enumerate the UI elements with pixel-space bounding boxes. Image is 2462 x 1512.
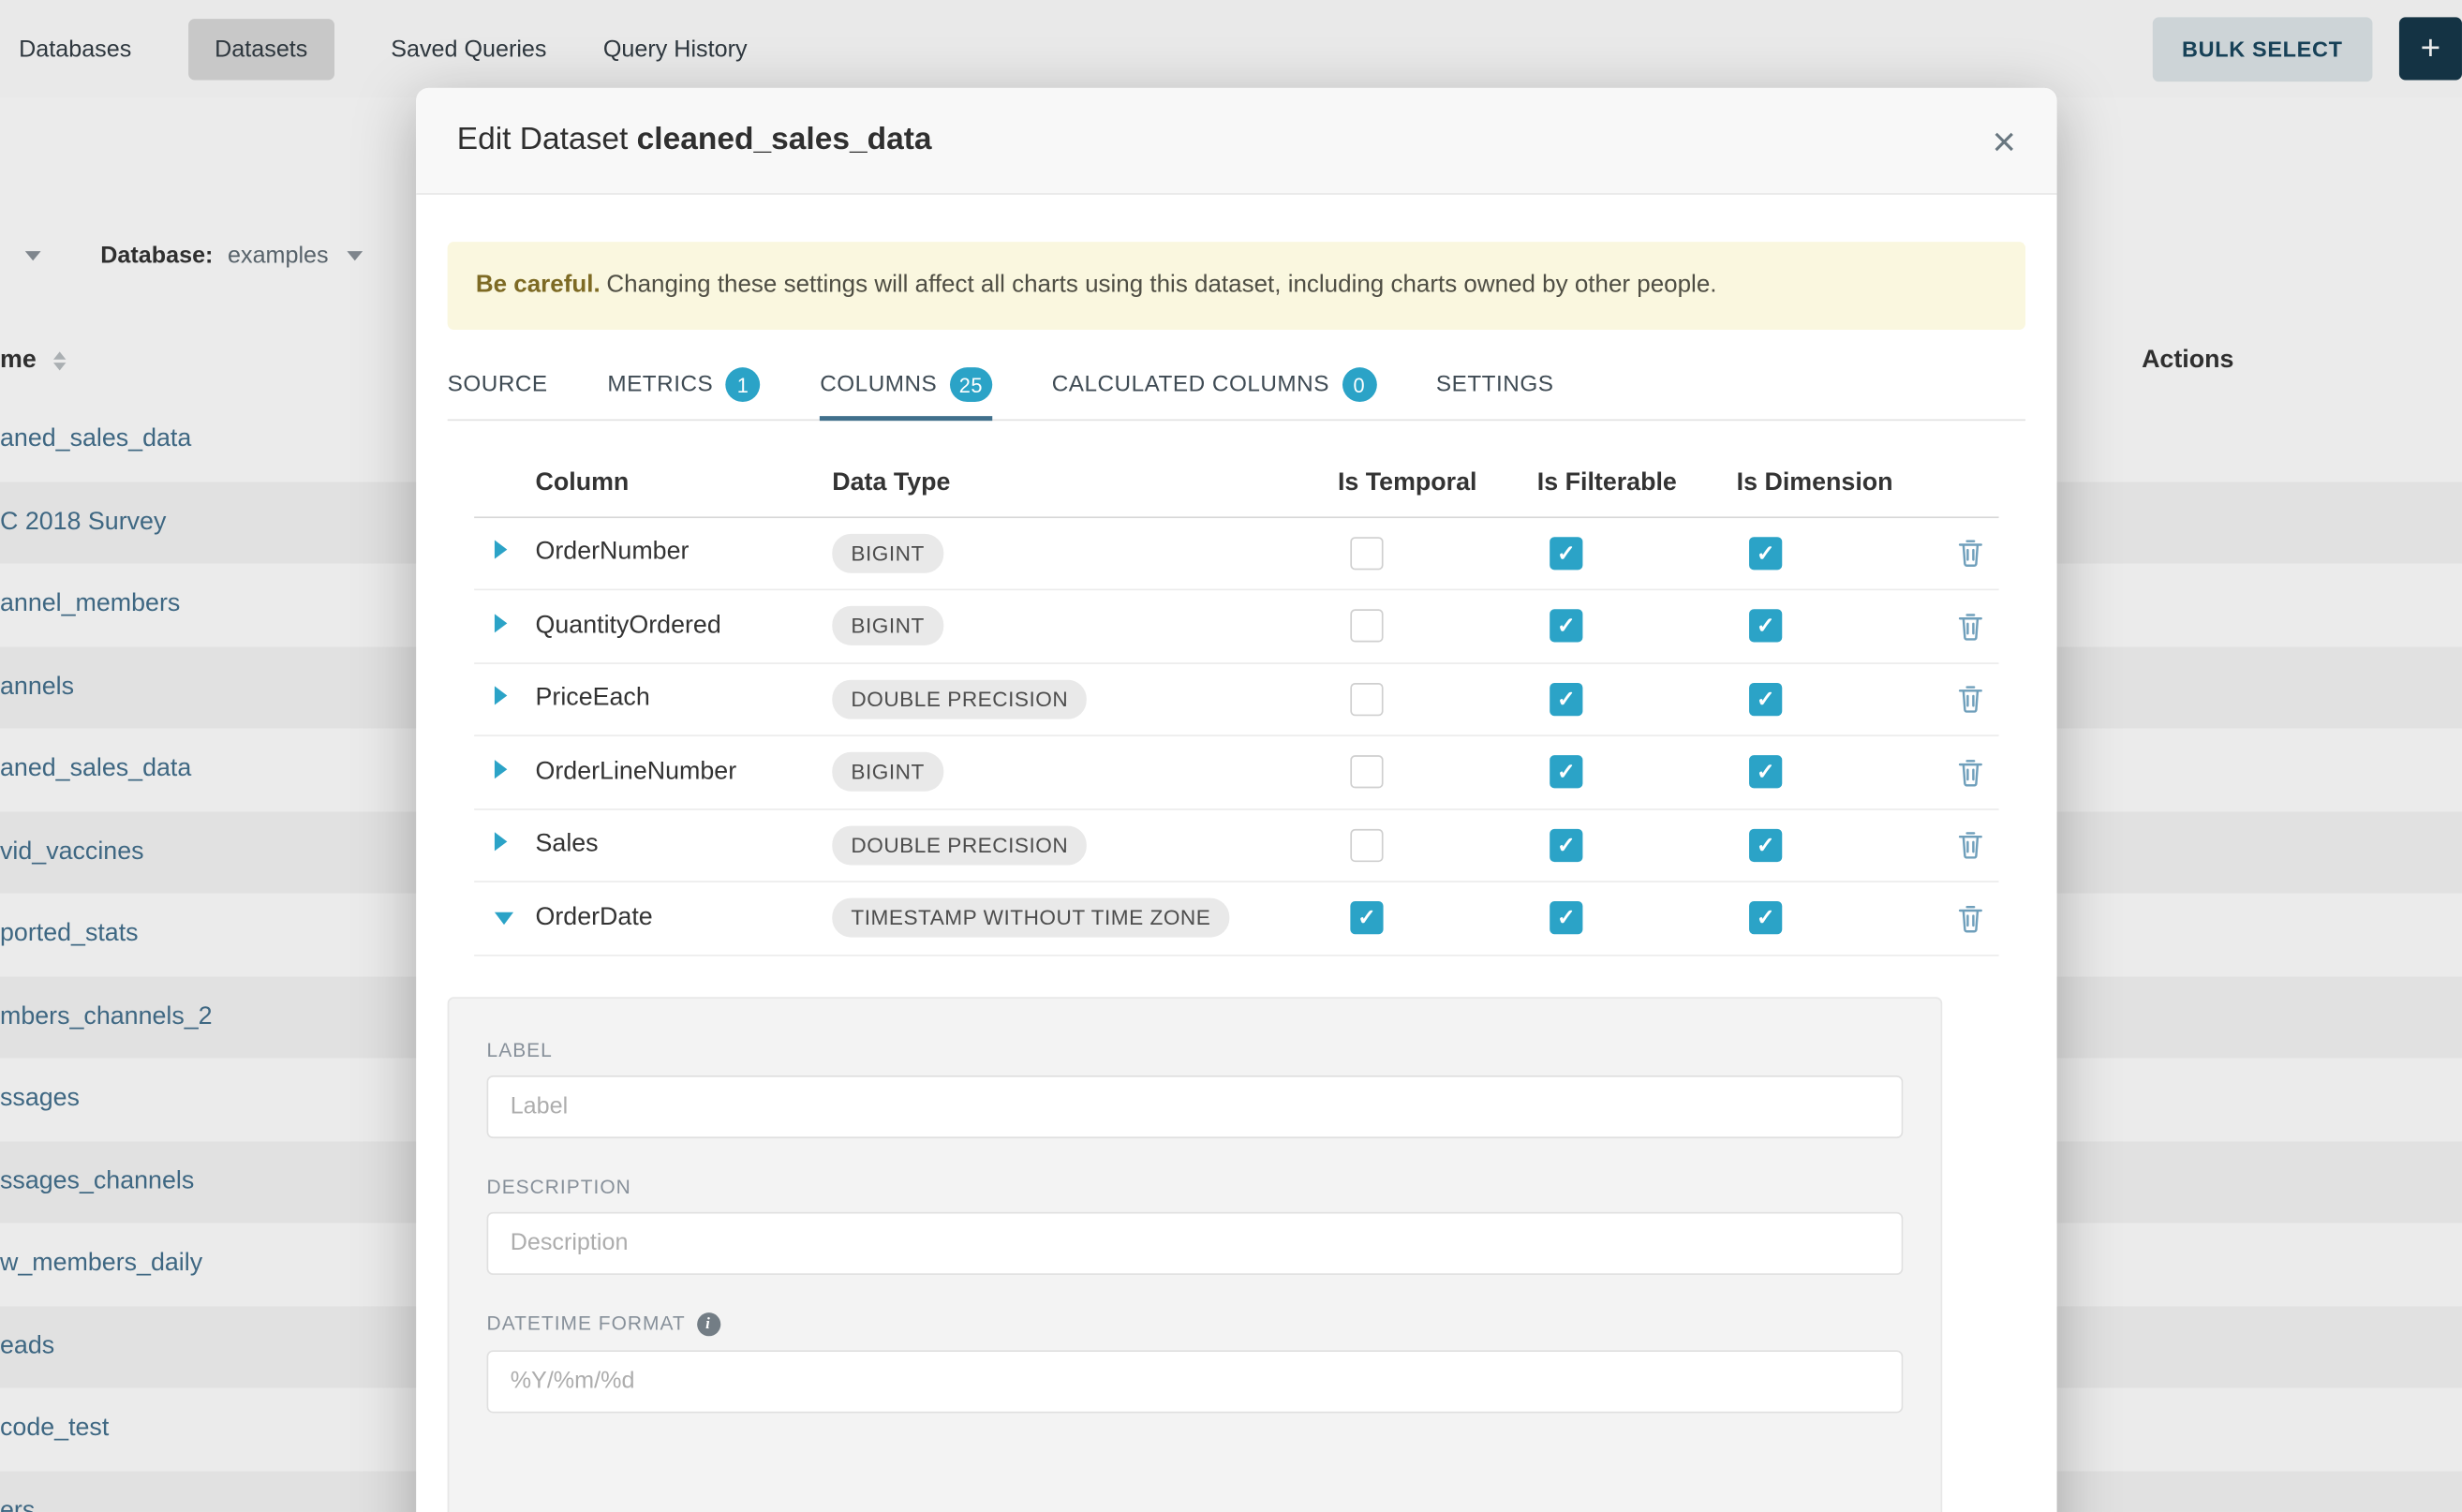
data-type-pill: BIGINT [832, 753, 943, 793]
data-type-pill: DOUBLE PRECISION [832, 680, 1087, 719]
expand-caret-icon[interactable] [495, 833, 507, 852]
modal-title-prefix: Edit Dataset [457, 123, 629, 157]
datetime-format-input[interactable] [487, 1350, 1904, 1413]
tab-source[interactable]: SOURCE [448, 350, 548, 420]
tab-count-badge: 1 [726, 367, 761, 402]
is-temporal-checkbox[interactable] [1350, 756, 1383, 789]
header-is-filterable: Is Filterable [1537, 469, 1737, 497]
columns-table: Column Data Type Is Temporal Is Filterab… [474, 452, 1998, 956]
is-dimension-checkbox[interactable]: ✓ [1749, 756, 1782, 789]
is-dimension-checkbox[interactable]: ✓ [1749, 902, 1782, 935]
label-input[interactable] [487, 1075, 1904, 1138]
column-name: QuantityOrdered [536, 613, 721, 639]
tab-calculated-columns[interactable]: CALCULATED COLUMNS 0 [1052, 350, 1377, 420]
column-name: OrderNumber [536, 540, 690, 566]
expand-caret-icon[interactable] [495, 541, 507, 559]
modal-title-dataset-name: cleaned_sales_data [637, 123, 932, 157]
delete-column-icon[interactable] [1957, 540, 1982, 568]
delete-column-icon[interactable] [1957, 613, 1982, 641]
is-temporal-checkbox[interactable] [1350, 829, 1383, 862]
is-filterable-checkbox[interactable]: ✓ [1550, 829, 1582, 862]
data-type-pill: BIGINT [832, 607, 943, 646]
columns-table-header: Column Data Type Is Temporal Is Filterab… [474, 452, 1998, 517]
tab-label: SETTINGS [1436, 373, 1554, 398]
close-icon[interactable]: × [1993, 120, 2016, 161]
header-column: Column [536, 469, 833, 497]
tab-label: COLUMNS [820, 373, 937, 398]
datetime-format-field: DATETIME FORMAT i [487, 1312, 1904, 1413]
is-temporal-checkbox[interactable]: ✓ [1350, 902, 1383, 935]
edit-dataset-modal: Edit Dataset cleaned_sales_data × Be car… [416, 88, 2056, 1512]
is-temporal-checkbox[interactable] [1350, 610, 1383, 643]
is-filterable-checkbox[interactable]: ✓ [1550, 537, 1582, 570]
header-data-type: Data Type [832, 469, 1338, 497]
expand-caret-icon[interactable] [495, 614, 507, 632]
app: DatabasesDatasetsSaved QueriesQuery Hist… [0, 0, 2462, 1512]
label-field-label: LABEL [487, 1039, 553, 1060]
is-dimension-checkbox[interactable]: ✓ [1749, 683, 1782, 716]
is-filterable-checkbox[interactable]: ✓ [1550, 902, 1582, 935]
is-filterable-checkbox[interactable]: ✓ [1550, 683, 1582, 716]
column-row: QuantityOrdered BIGINT ✓ ✓ [474, 590, 1998, 663]
is-temporal-checkbox[interactable] [1350, 537, 1383, 570]
column-row: OrderDate TIMESTAMP WITHOUT TIME ZONE ✓ ✓ ✓ [474, 882, 1998, 956]
tab-count-badge: 25 [950, 367, 992, 402]
header-is-dimension: Is Dimension [1737, 469, 1941, 497]
description-input[interactable] [487, 1211, 1904, 1274]
label-field: LABEL [487, 1039, 1904, 1138]
delete-column-icon[interactable] [1957, 685, 1982, 713]
expand-caret-icon[interactable] [495, 687, 507, 705]
column-name: OrderLineNumber [536, 758, 737, 784]
column-row: PriceEach DOUBLE PRECISION ✓ ✓ [474, 663, 1998, 736]
tab-metrics[interactable]: METRICS 1 [607, 350, 760, 420]
data-type-pill: DOUBLE PRECISION [832, 825, 1087, 865]
column-row: Sales DOUBLE PRECISION ✓ ✓ [474, 809, 1998, 882]
data-type-pill: BIGINT [832, 534, 943, 573]
tab-label: CALCULATED COLUMNS [1052, 373, 1329, 398]
delete-column-icon[interactable] [1957, 758, 1982, 786]
tab-settings[interactable]: SETTINGS [1436, 350, 1554, 420]
column-name: OrderDate [536, 904, 653, 930]
warning-banner: Be careful.Changing these settings will … [448, 242, 2025, 329]
tab-columns[interactable]: COLUMNS 25 [820, 350, 992, 420]
column-name: PriceEach [536, 685, 650, 711]
delete-column-icon[interactable] [1957, 904, 1982, 932]
columns-table-body: OrderNumber BIGINT ✓ ✓ QuantityOrdered BIGINT… [474, 518, 1998, 956]
expand-caret-icon[interactable] [495, 760, 507, 778]
column-row: OrderNumber BIGINT ✓ ✓ [474, 518, 1998, 591]
description-field: DESCRIPTION [487, 1176, 1904, 1275]
datetime-format-field-label: DATETIME FORMAT [487, 1312, 686, 1334]
column-detail-panel: LABEL DESCRIPTION DATETIME FORMAT i [448, 997, 1943, 1512]
delete-column-icon[interactable] [1957, 831, 1982, 859]
modal-body: Be careful.Changing these settings will … [416, 195, 2056, 1512]
tab-label: METRICS [607, 373, 713, 398]
is-dimension-checkbox[interactable]: ✓ [1749, 610, 1782, 643]
column-row: OrderLineNumber BIGINT ✓ ✓ [474, 736, 1998, 809]
modal-title: Edit Dataset cleaned_sales_data [457, 123, 932, 159]
collapse-caret-icon[interactable] [495, 912, 513, 925]
column-name: Sales [536, 831, 599, 857]
header-is-temporal: Is Temporal [1338, 469, 1537, 497]
info-icon[interactable]: i [696, 1312, 719, 1336]
modal-tabs: SOURCE METRICS 1 COLUMNS 25 CALCULATED COLUMN… [448, 351, 2025, 421]
tab-label: SOURCE [448, 373, 548, 398]
is-dimension-checkbox[interactable]: ✓ [1749, 537, 1782, 570]
is-temporal-checkbox[interactable] [1350, 683, 1383, 716]
warning-bold: Be careful. [476, 272, 601, 298]
is-filterable-checkbox[interactable]: ✓ [1550, 610, 1582, 643]
is-filterable-checkbox[interactable]: ✓ [1550, 756, 1582, 789]
modal-header: Edit Dataset cleaned_sales_data × [416, 88, 2056, 195]
warning-text: Changing these settings will affect all … [606, 272, 1716, 298]
description-field-label: DESCRIPTION [487, 1176, 631, 1197]
tab-count-badge: 0 [1342, 367, 1376, 402]
is-dimension-checkbox[interactable]: ✓ [1749, 829, 1782, 862]
data-type-pill: TIMESTAMP WITHOUT TIME ZONE [832, 898, 1229, 938]
